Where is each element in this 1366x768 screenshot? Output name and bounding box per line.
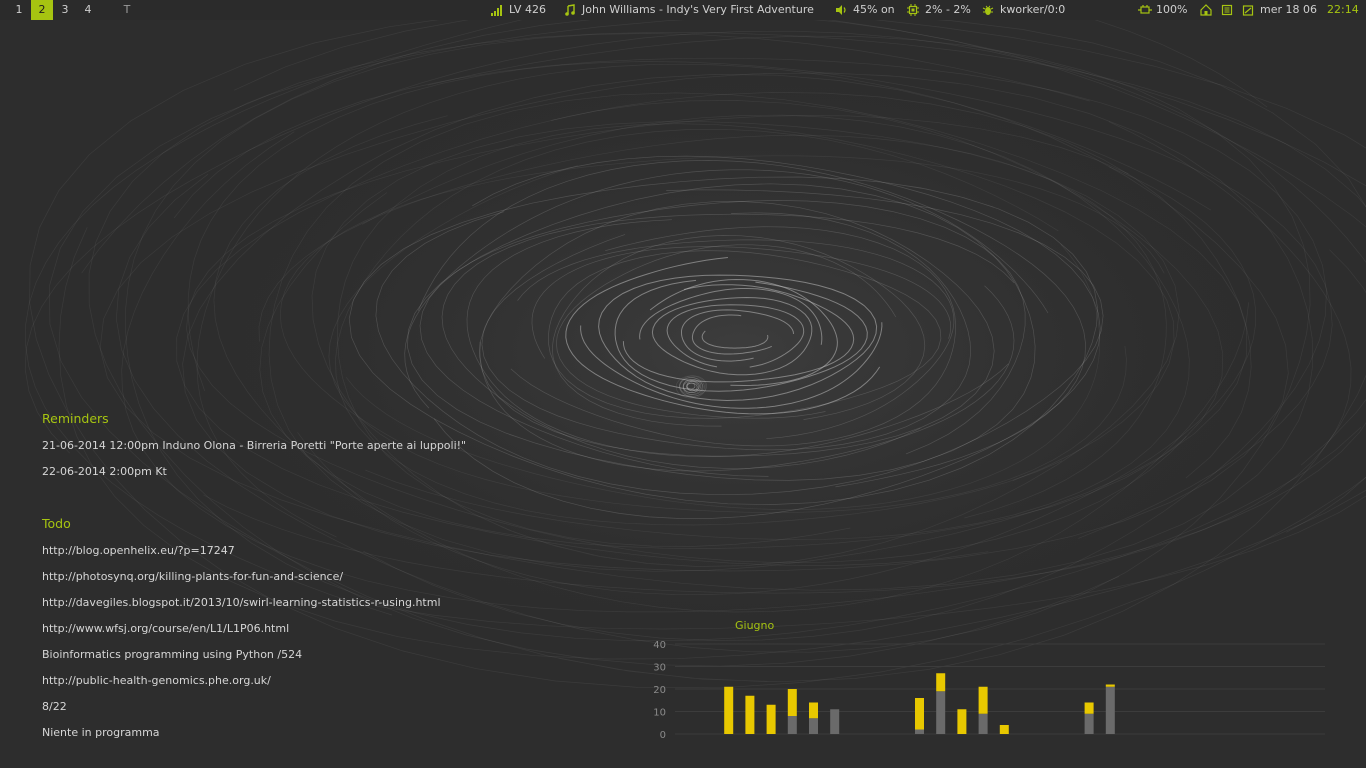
todo-item: http://blog.openhelix.eu/?p=17247	[42, 544, 235, 557]
y-tick-label: 40	[653, 640, 666, 651]
workspace-3[interactable]: 3	[54, 0, 76, 20]
workspace-4[interactable]: 4	[77, 0, 99, 20]
todo-item: Bioinformatics programming using Python …	[42, 648, 303, 661]
top-status-bar: 1 2 3 4 T LV 426 John Williams - Indy's …	[0, 0, 1366, 20]
now-playing: John Williams - Indy's Very First Advent…	[582, 3, 814, 16]
battery-level: 100%	[1156, 3, 1188, 16]
bar-segment	[957, 709, 967, 734]
wifi-signal-icon	[491, 4, 503, 16]
bug-icon	[982, 4, 994, 16]
todo-item: http://www.wfsj.org/course/en/L1/L1P06.h…	[42, 622, 290, 635]
bar-segment	[1084, 713, 1094, 734]
cpu-widget: 2% - 2%	[907, 0, 971, 20]
bar-segment	[787, 689, 797, 716]
workspace-1[interactable]: 1	[8, 0, 30, 20]
bar-segment	[1084, 702, 1094, 714]
date-text: mer 18 06	[1260, 3, 1317, 16]
process-widget: kworker/0:0	[982, 0, 1065, 20]
cpu-icon	[907, 4, 919, 16]
cpu-usage: 2% - 2%	[925, 3, 971, 16]
calendar-widget[interactable]: mer 18 06	[1242, 0, 1317, 20]
wifi-essid: LV 426	[509, 3, 546, 16]
todo-item: 8/22	[42, 700, 67, 713]
bar-segment	[787, 716, 797, 734]
music-widget[interactable]: John Williams - Indy's Very First Advent…	[564, 0, 814, 20]
y-tick-label: 20	[653, 685, 666, 696]
y-tick-label: 30	[653, 663, 666, 674]
bar-segment	[809, 718, 818, 734]
todo-item: Niente in programma	[42, 726, 160, 739]
bar-segment	[999, 725, 1009, 734]
bar-segment	[978, 686, 988, 714]
bar-segment	[766, 704, 776, 734]
bar-segment	[915, 698, 924, 730]
bar-segment	[915, 729, 924, 734]
memory-chip-icon	[1221, 4, 1233, 16]
todo-item: http://public-health-genomics.phe.org.uk…	[42, 674, 271, 687]
top-process: kworker/0:0	[1000, 3, 1066, 16]
bar-segment	[830, 709, 840, 734]
reminder-item: 22-06-2014 2:00pm Kt	[42, 465, 167, 478]
bar-segment	[978, 713, 988, 734]
bar-segment	[724, 686, 734, 734]
volume-value: 45% on	[853, 3, 895, 16]
music-note-icon	[564, 4, 576, 16]
bar-segment	[745, 695, 755, 734]
volume-widget[interactable]: 45% on	[835, 0, 895, 20]
y-tick-label: 0	[660, 730, 666, 741]
bar-segment	[936, 673, 946, 692]
layout-indicator[interactable]: T	[122, 0, 132, 20]
reminders-title: Reminders	[42, 411, 109, 426]
todo-title: Todo	[42, 516, 71, 531]
bar-segment	[809, 702, 818, 719]
time-text: 22:14	[1327, 3, 1359, 16]
wifi-widget: LV 426	[491, 0, 546, 20]
speaker-icon	[835, 4, 847, 16]
plug-icon	[1138, 4, 1152, 16]
memory-widget[interactable]	[1221, 0, 1239, 20]
bar-segment	[936, 691, 946, 734]
y-tick-label: 10	[653, 708, 666, 719]
home-widget[interactable]	[1200, 0, 1218, 20]
todo-item: http://davegiles.blogspot.it/2013/10/swi…	[42, 596, 441, 609]
calendar-bar-chart: 0 10 20 30 40	[653, 640, 1325, 741]
bar-segment	[1105, 686, 1115, 734]
reminder-item: 21-06-2014 12:00pm Induno Olona - Birrer…	[42, 439, 467, 452]
battery-widget: 100%	[1138, 0, 1187, 20]
home-folder-icon	[1200, 4, 1212, 16]
todo-item: http://photosynq.org/killing-plants-for-…	[42, 570, 344, 583]
bar-segment	[1105, 684, 1115, 687]
workspace-2[interactable]: 2	[31, 0, 53, 20]
clock[interactable]: 22:14	[1327, 0, 1359, 20]
calendar-icon	[1242, 4, 1254, 16]
